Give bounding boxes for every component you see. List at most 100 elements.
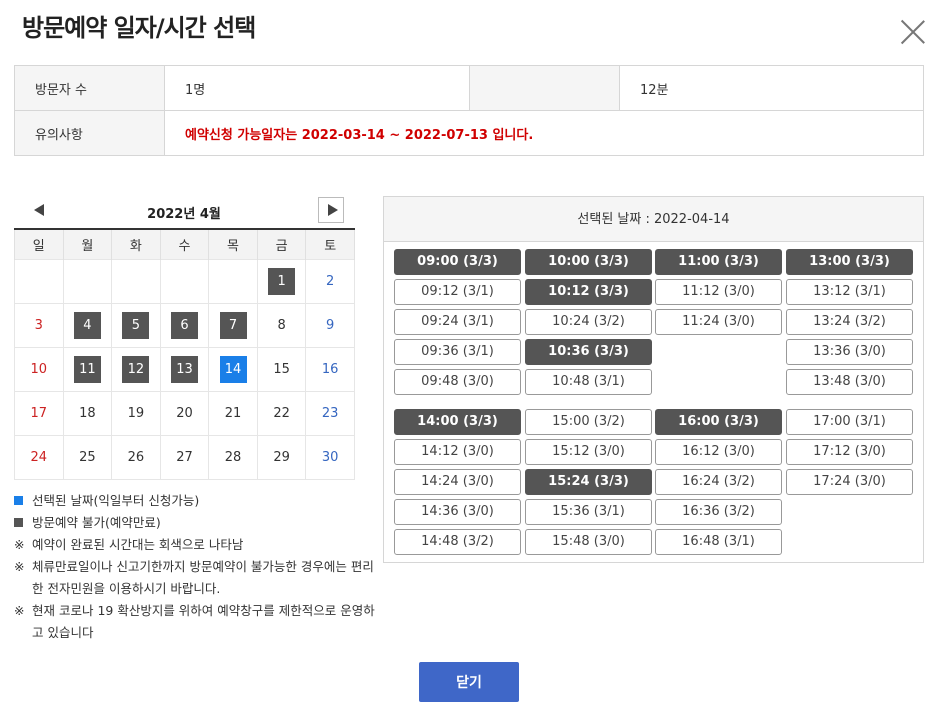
legend-note-text: 예약이 완료된 시간대는 회색으로 나타남 xyxy=(32,537,244,552)
modal-title: 방문예약 일자/시간 선택 xyxy=(22,14,256,42)
time-slot[interactable]: 16:36 (3/2) xyxy=(655,499,782,525)
calendar-day[interactable]: 21 xyxy=(220,400,247,427)
calendar-day[interactable]: 28 xyxy=(220,444,247,471)
calendar-day[interactable]: 18 xyxy=(74,400,101,427)
calendar-day[interactable]: 20 xyxy=(171,400,198,427)
calendar-day[interactable]: 30 xyxy=(317,444,344,471)
note-marker: ※ xyxy=(14,537,25,552)
time-slot[interactable]: 16:12 (3/0) xyxy=(655,439,782,465)
time-slot[interactable]: 10:48 (3/1) xyxy=(525,369,652,395)
blue-square-icon xyxy=(14,496,23,505)
legend-selected: 선택된 날짜(익일부터 신청가능) xyxy=(14,490,376,512)
weekday-header: 토 xyxy=(305,228,355,259)
calendar-day[interactable]: 17 xyxy=(25,400,52,427)
calendar-day: 4 xyxy=(73,311,101,339)
calendar-day[interactable]: 8 xyxy=(268,312,295,339)
duration-value: 12분 xyxy=(619,65,924,111)
visitors-label: 방문자 수 xyxy=(14,65,165,111)
time-slot[interactable]: 14:24 (3/0) xyxy=(394,469,521,495)
time-slot[interactable]: 14:48 (3/2) xyxy=(394,529,521,555)
calendar-day[interactable]: 29 xyxy=(268,444,295,471)
legend: 선택된 날짜(익일부터 신청가능) 방문예약 불가(예약만료) ※ 예약이 완료… xyxy=(14,490,376,644)
calendar-day[interactable]: 10 xyxy=(25,356,52,383)
time-slot: 16:00 (3/3) xyxy=(655,409,782,435)
calendar-day: 13 xyxy=(170,355,198,383)
time-slot[interactable]: 10:24 (3/2) xyxy=(525,309,652,335)
close-button[interactable]: 닫기 xyxy=(419,662,519,702)
time-slot[interactable]: 13:12 (3/1) xyxy=(786,279,913,305)
time-slot: 14:00 (3/3) xyxy=(394,409,521,435)
calendar-day[interactable]: 15 xyxy=(268,356,295,383)
weekday-header: 화 xyxy=(111,228,161,259)
time-slot: 10:00 (3/3) xyxy=(525,249,652,275)
time-slot: 13:00 (3/3) xyxy=(786,249,913,275)
time-slot[interactable]: 15:12 (3/0) xyxy=(525,439,652,465)
calendar-day[interactable]: 3 xyxy=(25,312,52,339)
calendar-day[interactable]: 22 xyxy=(268,400,295,427)
time-slot[interactable]: 13:24 (3/2) xyxy=(786,309,913,335)
calendar-month-label: 2022년 4월 xyxy=(147,207,221,222)
calendar-day: 11 xyxy=(73,355,101,383)
time-slot[interactable]: 11:12 (3/0) xyxy=(655,279,782,305)
calendar-day[interactable]: 24 xyxy=(25,444,52,471)
time-slot[interactable]: 15:36 (3/1) xyxy=(525,499,652,525)
notice-label: 유의사항 xyxy=(14,110,165,156)
weekday-header: 목 xyxy=(208,228,258,259)
weekday-header: 일 xyxy=(14,228,64,259)
time-slot: 09:00 (3/3) xyxy=(394,249,521,275)
calendar-day[interactable]: 25 xyxy=(74,444,101,471)
legend-note-text: 현재 코로나 19 확산방지를 위하여 예약창구를 제한적으로 운영하고 있습니… xyxy=(32,603,375,640)
calendar-day[interactable]: 2 xyxy=(317,268,344,295)
time-slot-panel: 선택된 날짜 : 2022-04-14 09:00 (3/3) 09:12 (3/… xyxy=(383,196,924,563)
time-slot[interactable]: 17:00 (3/1) xyxy=(786,409,913,435)
weekday-header: 금 xyxy=(256,228,307,259)
calendar-day[interactable]: 9 xyxy=(317,312,344,339)
legend-note: ※ 현재 코로나 19 확산방지를 위하여 예약창구를 제한적으로 운영하고 있… xyxy=(14,600,376,644)
calendar-grid: 일월화수목금토 1 2 3 4 5 6 7 8 9 10 11 12 13 14 15 16 17 18 19 20 2… xyxy=(14,228,355,480)
time-slot[interactable]: 15:48 (3/0) xyxy=(525,529,652,555)
time-slot[interactable]: 13:36 (3/0) xyxy=(786,339,913,365)
calendar-day[interactable]: 16 xyxy=(317,356,344,383)
legend-note: ※ 예약이 완료된 시간대는 회색으로 나타남 xyxy=(14,534,376,556)
calendar-day: 6 xyxy=(170,311,198,339)
calendar-day[interactable]: 26 xyxy=(122,444,149,471)
selected-date-header: 선택된 날짜 : 2022-04-14 xyxy=(384,197,923,242)
chevron-right-icon[interactable] xyxy=(318,197,344,223)
legend-booked: 방문예약 불가(예약만료) xyxy=(14,512,376,534)
time-slot[interactable]: 15:00 (3/2) xyxy=(525,409,652,435)
calendar-day[interactable]: 27 xyxy=(171,444,198,471)
time-slot[interactable]: 17:24 (3/0) xyxy=(786,469,913,495)
time-slot[interactable]: 17:12 (3/0) xyxy=(786,439,913,465)
time-slot[interactable]: 16:24 (3/2) xyxy=(655,469,782,495)
time-slot[interactable]: 13:48 (3/0) xyxy=(786,369,913,395)
visitors-value: 1명 xyxy=(164,65,470,111)
time-slot[interactable]: 09:12 (3/1) xyxy=(394,279,521,305)
calendar-day: 1 xyxy=(268,267,296,295)
weekday-header: 월 xyxy=(62,228,113,259)
chevron-left-icon[interactable] xyxy=(34,204,44,216)
legend-booked-text: 방문예약 불가(예약만료) xyxy=(32,515,161,530)
time-slot[interactable]: 11:24 (3/0) xyxy=(655,309,782,335)
time-slot[interactable]: 14:36 (3/0) xyxy=(394,499,521,525)
calendar-day: 7 xyxy=(219,311,247,339)
time-slot[interactable]: 16:48 (3/1) xyxy=(655,529,782,555)
time-slot: 15:24 (3/3) xyxy=(525,469,652,495)
notice-text: 예약신청 가능일자는 2022-03-14 ~ 2022-07-13 입니다. xyxy=(185,127,534,143)
calendar-header: 2022년 4월 xyxy=(14,197,355,227)
calendar-day[interactable]: 14 xyxy=(219,355,247,383)
duration-label xyxy=(469,65,620,111)
time-slot[interactable]: 09:36 (3/1) xyxy=(394,339,521,365)
legend-note-text: 체류만료일이나 신고기한까지 방문예약이 불가능한 경우에는 편리한 전자민원을… xyxy=(32,559,374,596)
time-slot[interactable]: 09:48 (3/0) xyxy=(394,369,521,395)
calendar-day: 5 xyxy=(122,311,150,339)
time-slot[interactable]: 09:24 (3/1) xyxy=(394,309,521,335)
calendar-day[interactable]: 23 xyxy=(317,400,344,427)
time-slot: 11:00 (3/3) xyxy=(655,249,782,275)
info-table: 방문자 수 1명 12분 유의사항 예약신청 가능일자는 2022-03-14 … xyxy=(14,65,924,156)
time-slot: 10:36 (3/3) xyxy=(525,339,652,365)
legend-note: ※ 체류만료일이나 신고기한까지 방문예약이 불가능한 경우에는 편리한 전자민… xyxy=(14,556,376,600)
gray-square-icon xyxy=(14,518,23,527)
time-slot[interactable]: 14:12 (3/0) xyxy=(394,439,521,465)
calendar-day[interactable]: 19 xyxy=(122,400,149,427)
close-icon[interactable] xyxy=(900,19,926,45)
